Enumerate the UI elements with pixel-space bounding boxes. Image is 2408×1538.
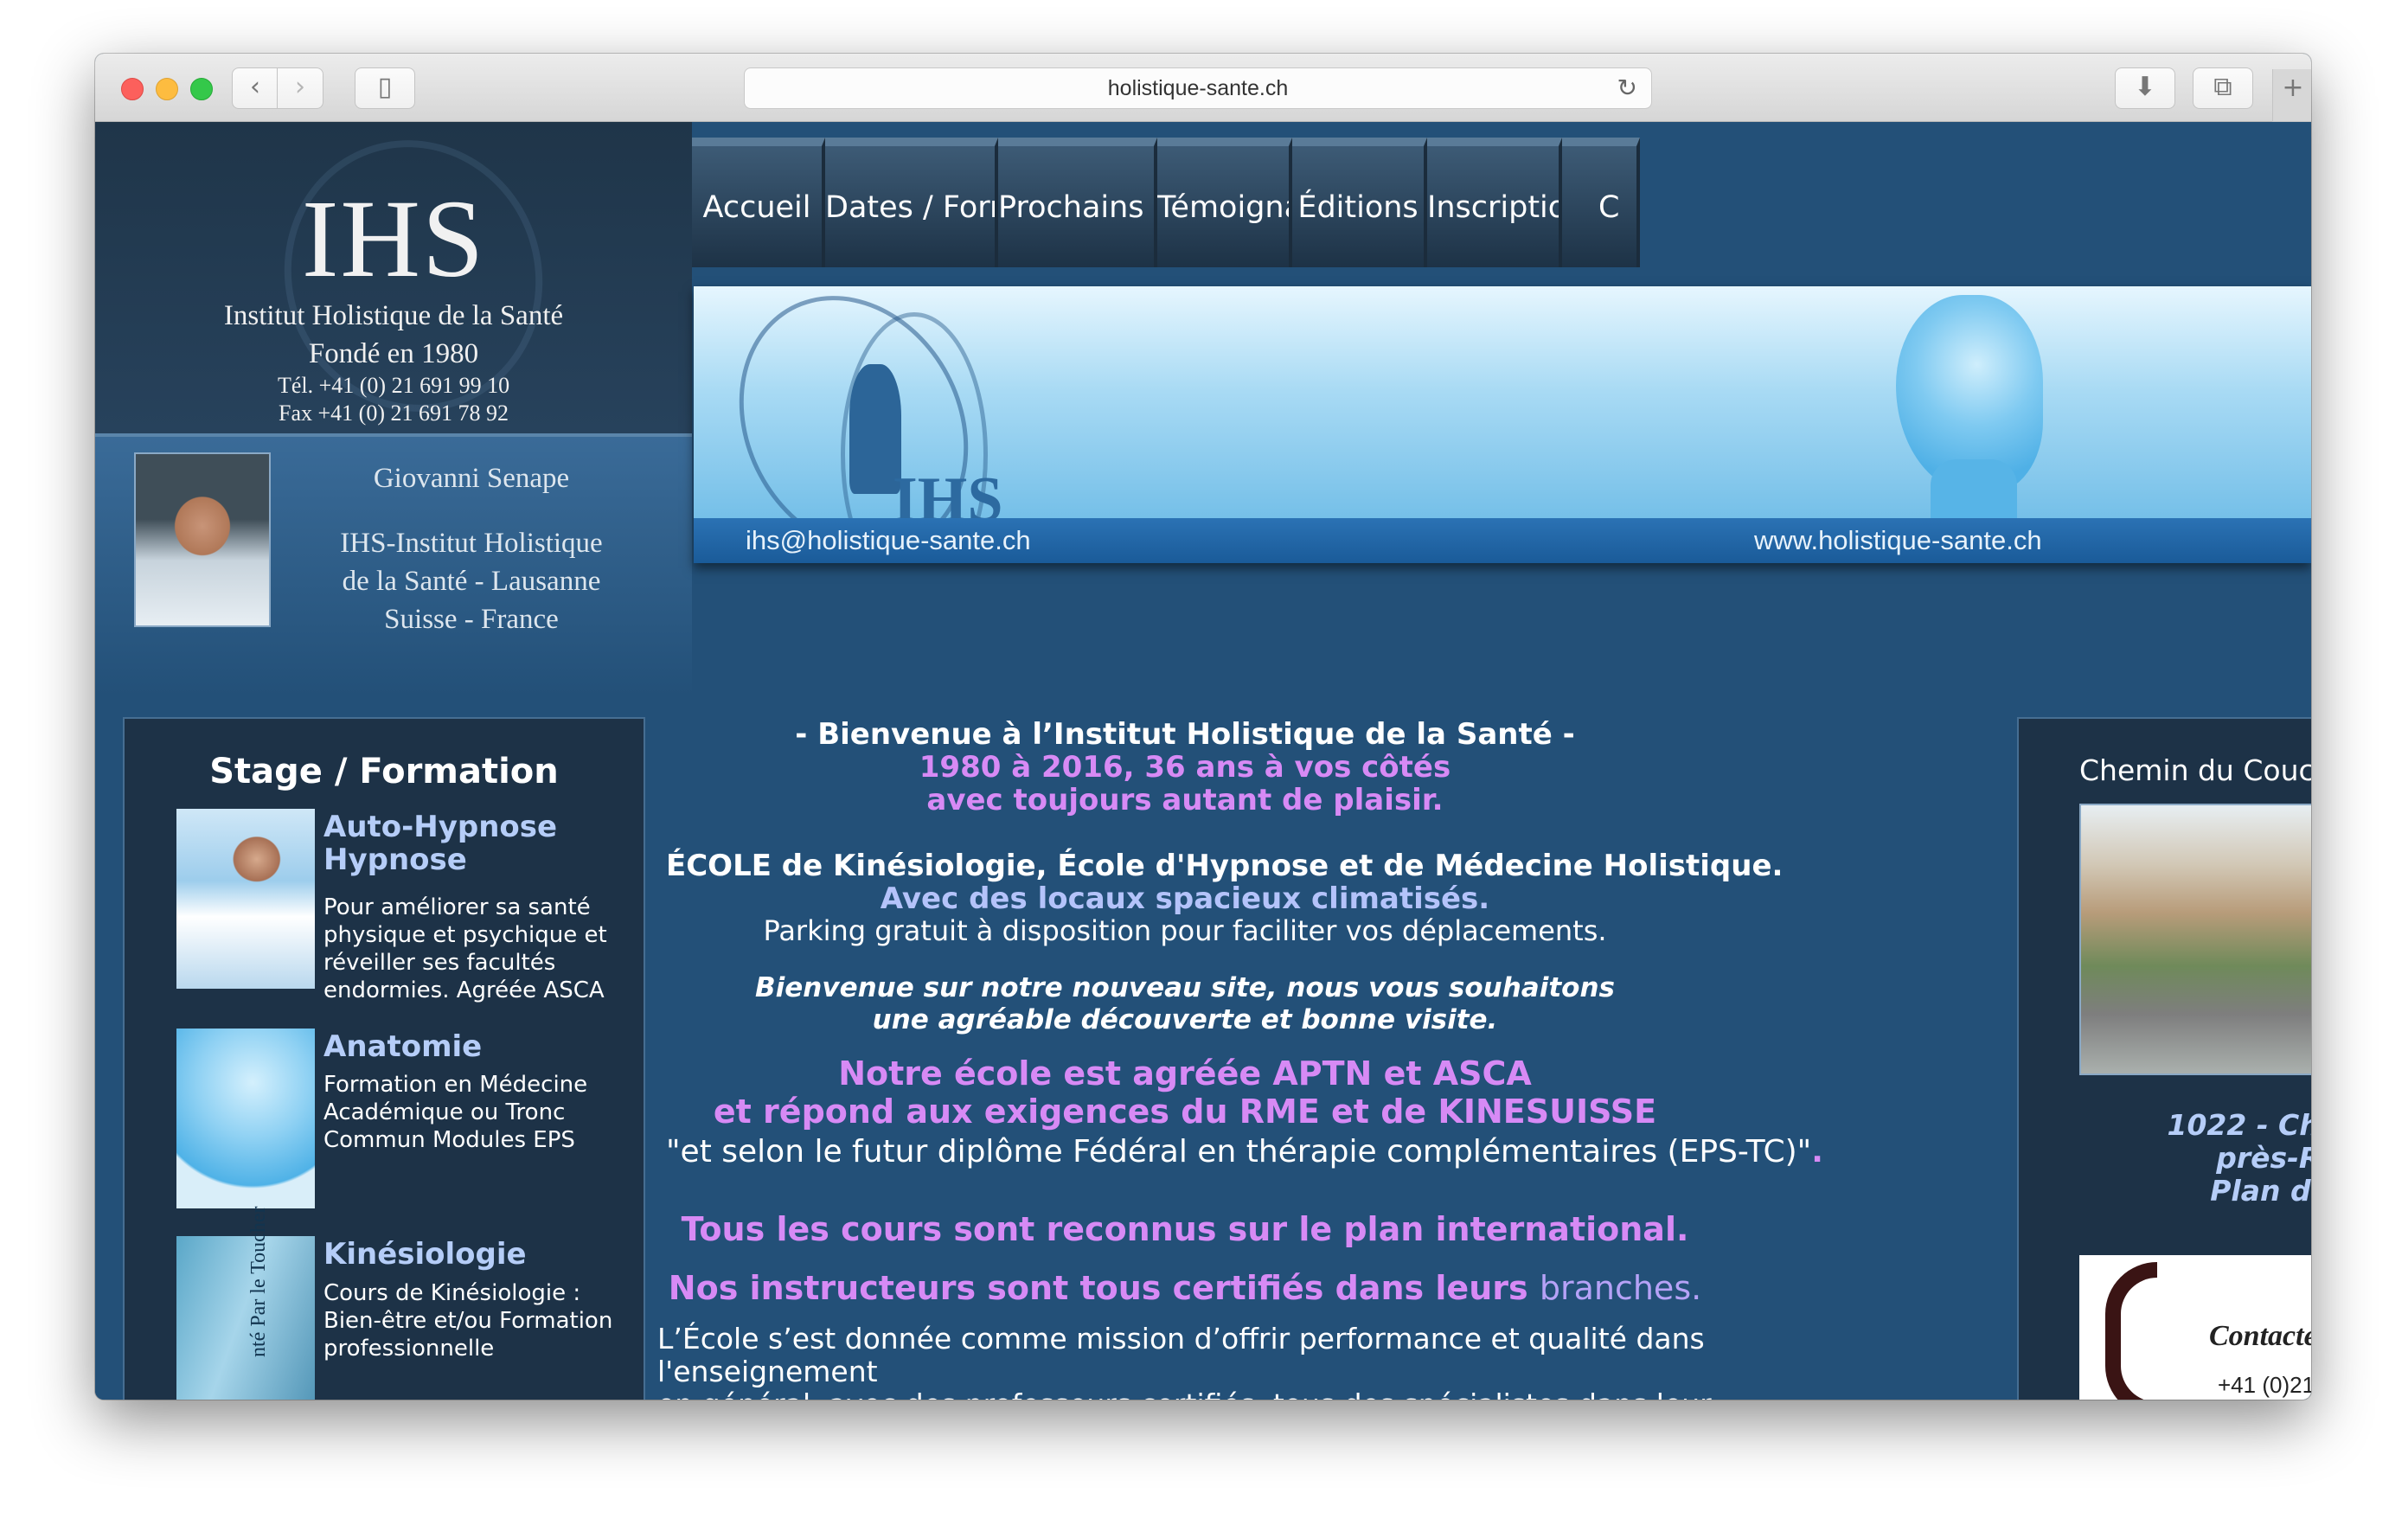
forward-icon: › — [295, 72, 305, 102]
parking-line: Parking gratuit à disposition pour facil… — [763, 914, 1607, 947]
director-photo — [134, 452, 271, 627]
close-light-icon[interactable] — [121, 78, 144, 100]
approved-line-1: Notre école est agréée APTN et ASCA — [838, 1054, 1532, 1093]
logo-title: IHS — [301, 177, 486, 300]
location-sidebar: Chemin du Couc 1022 - Cha près-Re Plan d… — [2017, 717, 2311, 1400]
diploma-line: "et selon le futur diplôme Fédéral en th… — [666, 1134, 1823, 1170]
new-site-line-2: une agréable découverte et bonne visite. — [872, 1004, 1498, 1035]
mission-paragraph: L’École s’est donnée comme mission d’off… — [657, 1323, 1730, 1400]
browser-window: ‹ › ▯ holistique-sante.ch ↻ ⬇ ⧉ + IHS In… — [95, 54, 2311, 1400]
premises-line: Avec des locaux spacieux climatisés. — [880, 881, 1490, 916]
course-title-kinesiologie[interactable]: Kinésiologie — [323, 1238, 635, 1271]
director-line-2: de la Santé - Lausanne — [342, 566, 601, 597]
director-name: Giovanni Senape — [373, 463, 570, 494]
url-text: holistique-sante.ch — [1107, 76, 1289, 100]
contact-number: +41 (0)21 — [2218, 1372, 2311, 1398]
downloads-button[interactable]: ⬇ — [2115, 67, 2175, 109]
years-line: 1980 à 2016, 36 ans à vos côtés — [919, 750, 1451, 785]
back-button[interactable]: ‹ — [232, 67, 279, 109]
logo-founded: Fondé en 1980 — [308, 338, 479, 369]
course-desc-kinesiologie: Cours de Kinésiologie : Bien-être et/ou … — [323, 1280, 613, 1362]
stage-formation-sidebar: Stage / Formation Auto-Hypnose Hypnose P… — [123, 717, 645, 1400]
nav-accueil[interactable]: Accueil — [692, 138, 825, 267]
hypnose-thumbnail[interactable] — [176, 809, 315, 989]
mission-line-2: en général, avec des professeurs certifi… — [657, 1388, 1730, 1400]
address-line-2: près-Re — [2216, 1141, 2311, 1175]
location-title: Chemin du Couc — [2079, 753, 2311, 787]
nav-dates-formations[interactable]: Dates / Formations — [825, 138, 998, 267]
building-photo[interactable] — [2079, 804, 2311, 1075]
anatomie-thumbnail[interactable] — [176, 1029, 315, 1208]
diploma-text: "et selon le futur diplôme Fédéral en th… — [666, 1134, 1812, 1170]
course-desc-hypnose: Pour améliorer sa santé physique et psyc… — [323, 894, 607, 1003]
site-logo[interactable]: IHS Institut Holistique de la Santé Fond… — [95, 122, 692, 449]
new-tab-icon: + — [2282, 73, 2304, 103]
address-line-1: 1022 - Cha — [2167, 1108, 2312, 1142]
instructors-text: Nos instructeurs sont tous certifiés dan… — [668, 1269, 1528, 1307]
welcome-heading: - Bienvenue à l’Institut Holistique de l… — [795, 717, 1575, 752]
diploma-dot: . — [1811, 1134, 1823, 1170]
approved-line-2: et répond aux exigences du RME et de KIN… — [713, 1093, 1657, 1131]
course-desc-anatomie: Formation en Médecine Académique ou Tron… — [323, 1072, 588, 1153]
sidebar-title: Stage / Formation — [209, 752, 559, 791]
address-line-3: Plan d'a — [2210, 1174, 2311, 1208]
international-line: Tous les cours sont reconnus sur le plan… — [681, 1210, 1689, 1248]
tabs-icon: ⧉ — [2213, 72, 2232, 102]
logo-institute-name: Institut Holistique de la Santé — [223, 300, 564, 331]
instructors-end: branches. — [1539, 1269, 1702, 1307]
logo-fax: Fax +41 (0) 21 691 78 92 — [279, 401, 509, 426]
director-line-3: Suisse - France — [384, 604, 559, 635]
browser-titlebar: ‹ › ▯ holistique-sante.ch ↻ ⬇ ⧉ + — [95, 54, 2311, 122]
address-bar[interactable]: holistique-sante.ch ↻ — [744, 67, 1652, 109]
page-viewport: IHS Institut Holistique de la Santé Fond… — [95, 122, 2311, 1400]
contact-banner[interactable]: Contacte +41 (0)21 — [2079, 1255, 2311, 1400]
banner-email[interactable]: ihs@holistique-sante.ch — [746, 518, 1031, 563]
nav-inscription[interactable]: Inscription — [1427, 138, 1562, 267]
logo-phone: Tél. +41 (0) 21 691 99 10 — [277, 373, 510, 398]
kinesiologie-thumbnail[interactable]: nté Par le Toucher — [176, 1207, 315, 1400]
minimize-light-icon[interactable] — [156, 78, 178, 100]
course-title-hypnose[interactable]: Auto-Hypnose Hypnose — [323, 811, 635, 876]
school-line: ÉCOLE de Kinésiologie, École d'Hypnose e… — [666, 849, 1784, 883]
download-icon: ⬇ — [2134, 72, 2156, 102]
instructors-line: Nos instructeurs sont tous certifiés dan… — [666, 1269, 1704, 1307]
kinesiologie-thumbnail-text: nté Par le Toucher — [247, 1206, 270, 1357]
telephone-icon — [2105, 1262, 2157, 1400]
new-tab-button[interactable]: + — [2272, 69, 2311, 122]
nav-temoignages[interactable]: Témoignages — [1157, 138, 1292, 267]
director-block: Giovanni Senape IHS-Institut Holistique … — [95, 437, 692, 696]
zoom-light-icon[interactable] — [190, 78, 213, 100]
banner-website[interactable]: www.holistique-sante.ch — [1754, 518, 2042, 563]
banner-contact-bar: ihs@holistique-sante.ch www.holistique-s… — [694, 518, 2311, 563]
tabs-button[interactable]: ⧉ — [2193, 67, 2253, 109]
nav-editions[interactable]: Éditions — [1292, 138, 1427, 267]
new-site-line-1: Bienvenue sur notre nouveau site, nous v… — [755, 972, 1615, 1003]
main-nav: Accueil Dates / Formations Prochains sta… — [692, 138, 2311, 267]
back-icon: ‹ — [250, 72, 260, 102]
sidebar-icon: ▯ — [377, 72, 393, 102]
course-title-anatomie[interactable]: Anatomie — [323, 1030, 635, 1063]
mission-line-1: L’École s’est donnée comme mission d’off… — [657, 1322, 1705, 1388]
reload-icon[interactable]: ↻ — [1617, 68, 1637, 108]
nav-prochains-stages[interactable]: Prochains stages — [998, 138, 1157, 267]
sidebar-button[interactable]: ▯ — [355, 67, 415, 109]
header-banner: IHS ihs@holistique-sante.ch www.holistiq… — [694, 286, 2311, 563]
contact-label: Contacte — [2209, 1320, 2311, 1352]
pleasure-line: avec toujours autant de plaisir. — [926, 783, 1444, 817]
nav-contact[interactable]: C — [1562, 138, 1640, 267]
director-line-1: IHS-Institut Holistique — [340, 528, 603, 559]
forward-button[interactable]: › — [277, 67, 323, 109]
